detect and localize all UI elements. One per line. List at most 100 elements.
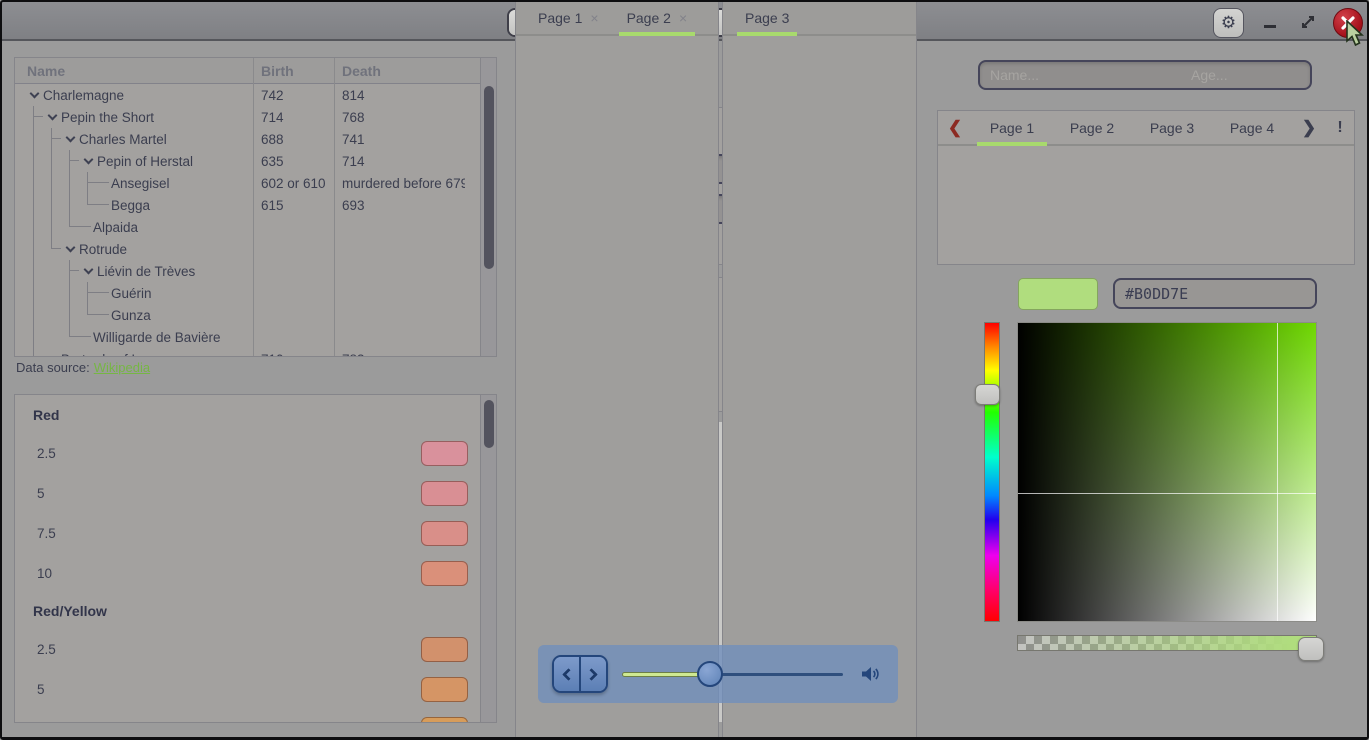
close-icon[interactable]: × (590, 10, 598, 26)
tab-page-1[interactable]: Page 1× (524, 1, 613, 34)
active-tab-underline (737, 32, 797, 36)
list-item[interactable]: 7.5 (15, 709, 480, 723)
table-row[interactable]: Pepin the Short714768 (15, 106, 480, 128)
color-chip (421, 677, 468, 702)
list-item[interactable]: 10 (15, 553, 480, 593)
birth-cell: 710 (253, 348, 334, 356)
list-item-label: 5 (37, 682, 45, 697)
tree-rows: Charlemagne742814Pepin the Short714768Ch… (15, 84, 480, 356)
media-slider[interactable] (622, 659, 843, 689)
tree-name-cell: Pepin the Short (15, 106, 253, 128)
volume-button[interactable] (860, 665, 880, 683)
hue-slider[interactable] (984, 322, 1000, 622)
color-list-scrollbar[interactable] (480, 395, 496, 722)
minimize-icon (1264, 25, 1276, 28)
tree-node-label: Pepin the Short (61, 110, 154, 125)
left-pane-tabbar: Page 1×Page 2× (516, 1, 718, 36)
tab-page-2[interactable]: Page 2× (613, 1, 702, 34)
tree-guide (43, 238, 61, 260)
birth-cell: 742 (253, 84, 334, 106)
tree-expander[interactable] (79, 260, 97, 282)
table-header-row: Name Birth Death (15, 58, 496, 84)
column-header-death[interactable]: Death (334, 63, 465, 79)
list-item[interactable]: 2.5 (15, 629, 480, 669)
column-header-name[interactable]: Name (15, 63, 253, 79)
tree-scrollbar[interactable] (480, 58, 496, 356)
hue-slider-handle[interactable] (975, 384, 1000, 405)
column-header-birth[interactable]: Birth (253, 63, 334, 79)
close-icon[interactable]: × (679, 10, 687, 26)
tab-page-2[interactable]: Page 2 (1052, 111, 1132, 144)
table-row[interactable]: Alpaida (15, 216, 480, 238)
birth-cell: 688 (253, 128, 334, 150)
table-row[interactable]: Ansegisel602 or 610murdered before 679 (15, 172, 480, 194)
tree-expander[interactable] (43, 348, 61, 356)
tree-node-label: Charlemagne (43, 88, 124, 103)
tree-expander[interactable] (61, 128, 79, 150)
list-item[interactable]: 2.5 (15, 433, 480, 473)
tab-page-3[interactable]: Page 3 (731, 1, 803, 34)
tree-expander[interactable] (61, 238, 79, 260)
scrollbar-thumb[interactable] (484, 86, 494, 269)
birth-cell (253, 304, 334, 326)
table-row[interactable]: Liévin de Trèves (15, 260, 480, 282)
scroll-left-button[interactable]: ❮ (938, 118, 972, 138)
slider-track (710, 673, 843, 676)
age-input[interactable] (1181, 62, 1312, 88)
tree-guide (25, 172, 43, 194)
next-button[interactable] (579, 657, 606, 691)
tree-expander[interactable] (79, 150, 97, 172)
hex-color-field[interactable] (1113, 278, 1317, 309)
table-row[interactable]: Charles Martel688741 (15, 128, 480, 150)
list-item[interactable]: 5 (15, 473, 480, 513)
birth-cell: 602 or 610 (253, 172, 334, 194)
tree-expander[interactable] (43, 106, 61, 128)
table-row[interactable]: Begga615693 (15, 194, 480, 216)
previous-button[interactable] (554, 657, 579, 691)
chevron-down-icon (47, 352, 57, 356)
wikipedia-link[interactable]: Wikipedia (94, 360, 150, 375)
death-cell: murdered before 679 (334, 172, 465, 194)
table-row[interactable]: Bertrade of Laon710783 (15, 348, 480, 356)
table-row[interactable]: Rotrude (15, 238, 480, 260)
tab-page-1[interactable]: Page 1 (972, 111, 1052, 144)
alpha-slider[interactable] (1017, 635, 1317, 651)
tree-node-label: Guérin (111, 286, 152, 301)
color-group-header: Red (15, 397, 480, 433)
slider-handle[interactable] (697, 661, 723, 687)
death-cell: 741 (334, 128, 465, 150)
settings-button[interactable]: ⚙ (1213, 8, 1244, 38)
color-swatch (1018, 278, 1098, 310)
tab-page-4[interactable]: Page 4 (1212, 111, 1292, 144)
table-row[interactable]: Willigarde de Bavière (15, 326, 480, 348)
tree-guide (25, 348, 43, 356)
death-cell (334, 304, 465, 326)
alpha-slider-handle[interactable] (1298, 637, 1324, 661)
table-row[interactable]: Charlemagne742814 (15, 84, 480, 106)
table-row[interactable]: Guérin (15, 282, 480, 304)
maximize-button[interactable] (1298, 12, 1318, 32)
scroll-right-button[interactable]: ❯ (1292, 118, 1326, 138)
tab-label: Page 3 (745, 10, 789, 26)
tree-name-cell: Begga (15, 194, 253, 216)
name-input[interactable] (980, 62, 1181, 88)
right-pane-tabbar: Page 3 (723, 1, 916, 36)
minimize-button[interactable] (1261, 13, 1279, 31)
color-chip (421, 441, 468, 466)
list-item[interactable]: 7.5 (15, 513, 480, 553)
list-item[interactable]: 5 (15, 669, 480, 709)
data-source-label: Data source: (16, 360, 90, 375)
tree-node-label: Liévin de Trèves (97, 264, 195, 279)
table-row[interactable]: Pepin of Herstal635714 (15, 150, 480, 172)
tab-page-3[interactable]: Page 3 (1132, 111, 1212, 144)
saturation-value-square[interactable] (1017, 322, 1317, 622)
tree-expander[interactable] (25, 84, 43, 106)
color-chip (421, 637, 468, 662)
tree-guide (79, 282, 97, 304)
tree-guide (25, 194, 43, 216)
tree-guide (97, 194, 111, 216)
tree-name-cell: Ansegisel (15, 172, 253, 194)
scrollbar-thumb[interactable] (484, 400, 494, 448)
death-cell: 768 (334, 106, 465, 128)
table-row[interactable]: Gunza (15, 304, 480, 326)
